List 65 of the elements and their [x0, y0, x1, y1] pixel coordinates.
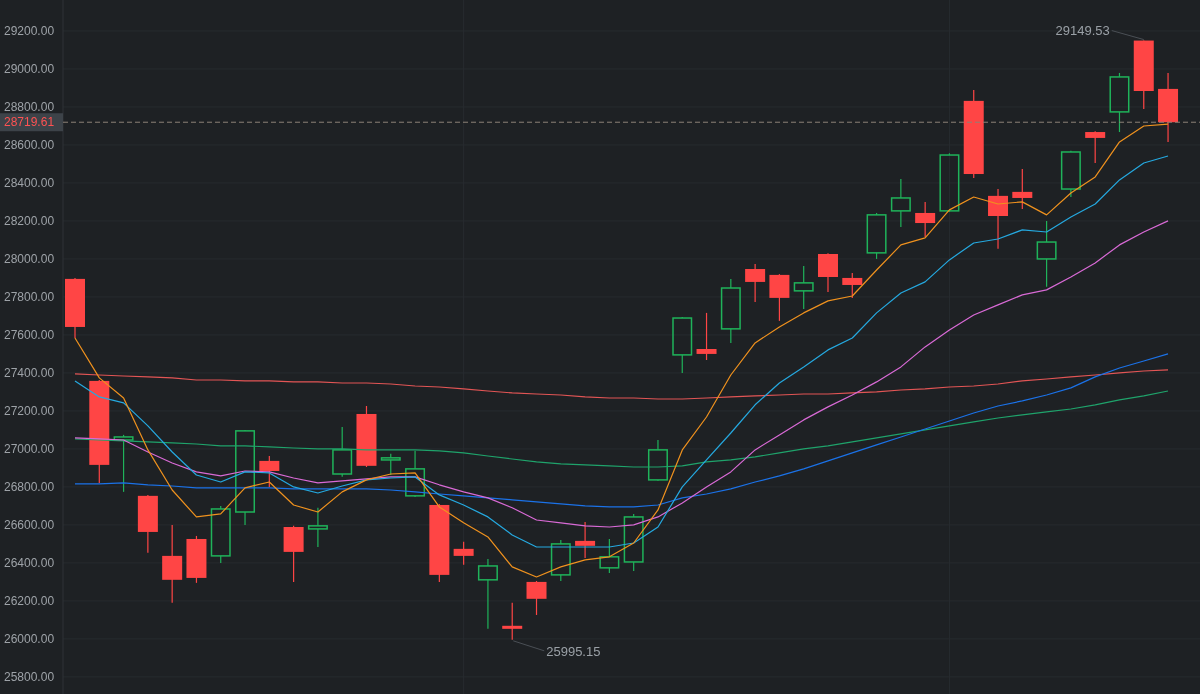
candlestick [818, 252, 838, 293]
y-axis-label: 27800.00 [4, 289, 55, 304]
candlestick [405, 450, 426, 498]
candlestick [307, 507, 328, 548]
candlestick [1109, 72, 1130, 133]
y-axis-label: 28200.00 [4, 213, 55, 228]
current-price-tag: 28719.61 [0, 113, 63, 132]
high-price-label: 29149.53 [1055, 23, 1110, 39]
candlestick [1085, 130, 1106, 164]
y-axis-label: 26800.00 [4, 479, 55, 494]
y-axis-label: 26200.00 [4, 593, 55, 608]
candlestick [890, 178, 911, 228]
candlestick [210, 505, 231, 564]
candlestick [769, 273, 790, 322]
candlestick [1012, 168, 1033, 210]
candlestick [113, 434, 134, 493]
candlestick [550, 539, 571, 582]
candlestick [137, 494, 158, 554]
candlestick [453, 541, 474, 566]
candlestick [1060, 150, 1081, 198]
candlestick [866, 212, 887, 260]
y-axis-label: 28000.00 [4, 251, 55, 266]
candlestick [939, 152, 960, 213]
candlestick [720, 278, 741, 344]
y-axis-label: 26400.00 [4, 555, 55, 570]
leader-line [1111, 30, 1145, 41]
leader-line [512, 640, 545, 652]
candlestick [259, 455, 280, 488]
candlestick [526, 580, 547, 616]
y-axis-label: 26600.00 [4, 517, 55, 532]
candlestick [65, 277, 85, 339]
y-axis-label: 29200.00 [4, 23, 55, 38]
candlestick [623, 513, 644, 572]
y-axis-label: 28800.00 [4, 99, 55, 114]
candlestick [575, 521, 596, 559]
y-axis-label: 28400.00 [4, 175, 55, 190]
candlestick [283, 525, 304, 583]
candlestick [380, 453, 401, 476]
candlestick [502, 602, 523, 641]
candlestick [915, 201, 936, 238]
y-axis-label: 25800.00 [4, 669, 55, 684]
candlestick [599, 538, 620, 574]
candlestick [842, 272, 863, 299]
candlestick [696, 312, 717, 361]
candlestick [1133, 39, 1154, 110]
y-axis-label: 27200.00 [4, 403, 55, 418]
y-axis-label: 27000.00 [4, 441, 55, 456]
candlestick [1036, 220, 1057, 288]
candlestick [356, 405, 377, 468]
candlestick [647, 439, 668, 482]
candlestick [332, 426, 353, 478]
candlestick [477, 558, 498, 630]
low-price-label: 25995.15 [546, 644, 601, 660]
y-axis-label: 26000.00 [4, 631, 55, 646]
y-axis-label: 27400.00 [4, 365, 55, 380]
y-axis-label: 28600.00 [4, 137, 55, 152]
candlestick [186, 535, 207, 584]
candlestick [1158, 72, 1179, 143]
y-axis-label: 29000.00 [4, 61, 55, 76]
candlestick [988, 188, 1008, 250]
ref-line-label: 28719.61 [4, 115, 55, 130]
candlestick [672, 316, 693, 374]
candlestick [745, 263, 766, 303]
y-axis-label: 27600.00 [4, 327, 55, 342]
candlestick [793, 265, 814, 310]
